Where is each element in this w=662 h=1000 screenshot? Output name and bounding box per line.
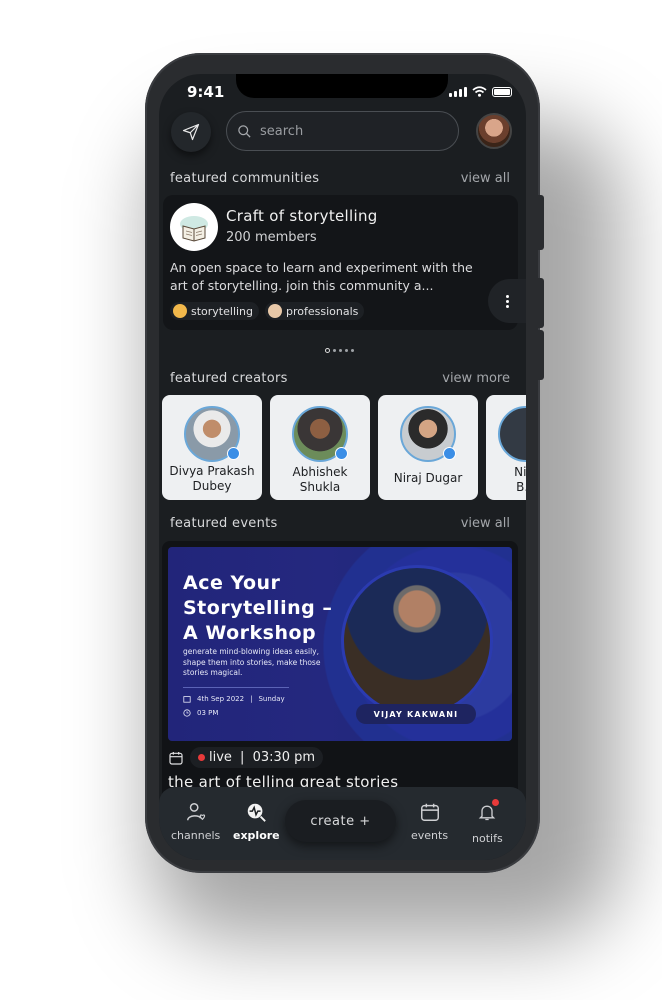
community-tags: storytelling professionals xyxy=(170,302,365,320)
tag-icon xyxy=(268,304,283,318)
side-button xyxy=(538,278,544,328)
section-title-creators: featured creators xyxy=(170,371,288,386)
wifi-icon xyxy=(472,86,487,97)
creator-card[interactable]: Niraj Dugar xyxy=(378,395,478,500)
separator: | xyxy=(235,750,249,765)
pager-dot[interactable] xyxy=(345,349,348,352)
creator-name: Divya Prakash Dubey xyxy=(169,464,255,493)
notch xyxy=(236,74,448,98)
battery-icon xyxy=(492,86,512,97)
nav-label: explore xyxy=(233,829,280,842)
section-title-communities: featured communities xyxy=(170,171,320,186)
creator-avatar xyxy=(184,406,240,462)
community-name: Craft of storytelling xyxy=(226,207,378,225)
speaker-photo xyxy=(341,565,493,717)
community-card[interactable]: Craft of storytelling 200 members An ope… xyxy=(163,195,518,330)
side-button xyxy=(538,330,544,380)
creators-list: Divya Prakash Dubey Abhishek Shukla Nira… xyxy=(162,395,526,500)
verified-icon xyxy=(443,447,456,460)
creator-card[interactable]: Abhishek Shukla xyxy=(270,395,370,500)
banner-title: Ace Your Storytelling – A Workshop xyxy=(183,572,333,644)
live-label: live xyxy=(209,750,232,765)
explore-icon xyxy=(248,803,267,822)
tag-storytelling[interactable]: storytelling xyxy=(170,302,260,320)
banner-time: 03 PM xyxy=(183,709,218,717)
pager-dot[interactable] xyxy=(333,349,336,352)
calendar-icon xyxy=(183,696,191,703)
banner-time-text: 03 PM xyxy=(197,709,219,717)
app-screen: 9:41 featured communities view all Craft… xyxy=(159,74,526,860)
banner-day-text: Sunday xyxy=(258,695,285,703)
clock-icon xyxy=(183,709,191,717)
creator-avatar xyxy=(292,406,348,462)
separator: | xyxy=(250,695,253,703)
signal-icon xyxy=(449,86,467,97)
search-input[interactable] xyxy=(260,123,440,139)
side-button xyxy=(538,195,544,250)
divider xyxy=(183,687,289,688)
banner-date: 4th Sep 2022 | Sunday xyxy=(183,695,285,703)
events-icon xyxy=(420,803,439,821)
nav-events[interactable]: events xyxy=(411,801,448,842)
community-members: 200 members xyxy=(226,230,317,245)
more-options-button[interactable] xyxy=(488,279,526,323)
creator-name: Abhishek Shukla xyxy=(292,465,348,494)
view-all-communities-link[interactable]: view all xyxy=(461,171,510,186)
community-description: An open space to learn and experiment wi… xyxy=(170,260,473,293)
banner-date-text: 4th Sep 2022 xyxy=(197,695,245,703)
carousel-pager xyxy=(325,348,354,353)
pager-dot[interactable] xyxy=(339,349,342,352)
banner-subtitle: generate mind-blowing ideas easily, shap… xyxy=(183,647,321,677)
nav-notifs[interactable]: notifs xyxy=(472,799,503,845)
event-banner: VIJAY KAKWANI Ace Your Storytelling – A … xyxy=(168,547,512,741)
pager-dot[interactable] xyxy=(325,348,330,353)
tag-professionals[interactable]: professionals xyxy=(265,302,365,320)
live-dot-icon xyxy=(198,754,205,761)
creator-name: Ni... B... xyxy=(514,465,526,494)
status-time: 9:41 xyxy=(187,83,225,101)
tag-icon xyxy=(173,304,187,318)
event-card[interactable]: VIJAY KAKWANI Ace Your Storytelling – A … xyxy=(162,541,518,801)
view-more-creators-link[interactable]: view more xyxy=(442,371,510,386)
creator-card[interactable]: Divya Prakash Dubey xyxy=(162,395,262,500)
nav-channels[interactable]: channels xyxy=(171,801,220,842)
create-button[interactable]: create + xyxy=(285,800,396,842)
search-icon xyxy=(238,124,251,138)
speaker-name: VIJAY KAKWANI xyxy=(356,704,476,724)
live-badge: live | 03:30 pm xyxy=(190,747,324,768)
nav-explore[interactable]: explore xyxy=(233,801,280,842)
channels-icon xyxy=(186,803,205,821)
send-button[interactable] xyxy=(171,112,211,152)
verified-icon xyxy=(335,447,348,460)
community-logo xyxy=(170,203,218,251)
nav-label: events xyxy=(411,829,449,842)
creator-avatar xyxy=(400,406,456,462)
event-time: 03:30 pm xyxy=(252,750,316,765)
profile-avatar[interactable] xyxy=(476,113,512,149)
section-title-events: featured events xyxy=(170,516,278,531)
event-meta: live | 03:30 pm xyxy=(168,747,324,768)
status-icons xyxy=(449,86,512,97)
tag-label: professionals xyxy=(286,304,359,318)
tag-label: storytelling xyxy=(191,304,254,318)
verified-icon xyxy=(227,447,240,460)
send-icon xyxy=(182,123,200,141)
bell-wrapper xyxy=(477,799,500,826)
bottom-nav: channels explore create + events notifs xyxy=(159,787,526,860)
creator-card[interactable]: Ni... B... xyxy=(486,395,526,500)
notification-dot xyxy=(492,799,500,806)
creator-avatar xyxy=(498,406,526,462)
creator-name: Niraj Dugar xyxy=(393,471,463,485)
search-bar[interactable] xyxy=(226,111,459,151)
view-all-events-link[interactable]: view all xyxy=(461,516,510,531)
book-icon xyxy=(180,216,208,242)
nav-label: notifs xyxy=(472,832,503,845)
nav-label: channels xyxy=(171,829,221,842)
pager-dot[interactable] xyxy=(351,349,354,352)
calendar-icon xyxy=(169,751,183,765)
